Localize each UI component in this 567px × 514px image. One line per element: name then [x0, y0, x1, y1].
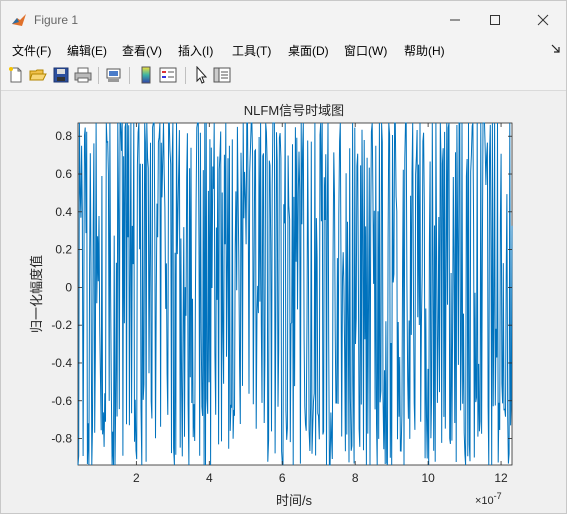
- dock-arrow-icon[interactable]: [551, 44, 561, 54]
- x-tick-label: 12: [494, 471, 508, 485]
- y-axis-label: 归一化幅度值: [29, 255, 44, 333]
- new-figure-icon[interactable]: [7, 66, 25, 84]
- matlab-logo-icon: [12, 14, 26, 26]
- print-icon[interactable]: [74, 66, 92, 84]
- menu-desktop[interactable]: 桌面(D): [288, 42, 329, 59]
- toolbar-separator: [129, 67, 130, 84]
- chart-title: NLFM信号时域图: [244, 103, 344, 118]
- x-tick-label: 6: [279, 471, 286, 485]
- menu-tools[interactable]: 工具(T): [232, 42, 271, 59]
- y-tick-label: 0.8: [55, 129, 72, 143]
- menu-view[interactable]: 查看(V): [122, 42, 162, 59]
- menu-window[interactable]: 窗口(W): [344, 42, 387, 59]
- figure-window: Figure 1 文件(F) 编辑(E) 查看(V) 插入(I) 工具(T) 桌…: [0, 0, 567, 514]
- close-icon: [537, 14, 549, 26]
- figure-canvas[interactable]: NLFM信号时域图 -0.8 -0.6 -0.4 -0.2 0 0.2 0.4 0.6 0.8 …: [1, 91, 567, 514]
- y-tick-label: -0.6: [51, 394, 72, 408]
- link-plot-icon[interactable]: [105, 66, 123, 84]
- x-axis-label: 时间/s: [276, 493, 313, 508]
- y-tick-label: 0.6: [55, 167, 72, 181]
- x-tick-label: 2: [133, 471, 140, 485]
- y-tick-label: -0.4: [51, 356, 72, 370]
- x-tick-label: 4: [206, 471, 213, 485]
- y-tick-label: 0: [65, 280, 72, 294]
- x-exponent-label: ×10-7: [475, 491, 502, 507]
- x-tick-label: 10: [421, 471, 435, 485]
- y-tick-label: 0.2: [55, 243, 72, 257]
- menu-help[interactable]: 帮助(H): [404, 42, 445, 59]
- y-tick-label: -0.2: [51, 318, 72, 332]
- toolbar-separator: [185, 67, 186, 84]
- x-exponent-power: -7: [494, 491, 502, 501]
- save-icon[interactable]: [52, 66, 70, 84]
- minimize-icon: [450, 19, 460, 21]
- menu-file[interactable]: 文件(F): [12, 42, 51, 59]
- menu-bar: 文件(F) 编辑(E) 查看(V) 插入(I) 工具(T) 桌面(D) 窗口(W…: [1, 39, 566, 61]
- toolbar-separator: [98, 67, 99, 84]
- maximize-button[interactable]: [472, 1, 518, 39]
- window-title: Figure 1: [34, 13, 79, 27]
- y-tick-label: 0.4: [55, 205, 72, 219]
- open-file-icon[interactable]: [29, 66, 47, 84]
- toolbar: [1, 61, 566, 91]
- plot-svg[interactable]: NLFM信号时域图 -0.8-0.6-0.4-0.200.20.40.60.8 …: [1, 91, 567, 514]
- insert-legend-icon[interactable]: [159, 66, 177, 84]
- close-button[interactable]: [520, 1, 566, 39]
- maximize-icon: [490, 15, 500, 25]
- x-tick-label: 8: [352, 471, 359, 485]
- property-inspector-icon[interactable]: [213, 66, 231, 84]
- x-exponent-base: ×10: [475, 495, 494, 507]
- edit-plot-icon[interactable]: [192, 66, 210, 84]
- menu-insert[interactable]: 插入(I): [178, 42, 213, 59]
- menu-edit[interactable]: 编辑(E): [67, 42, 107, 59]
- title-bar[interactable]: Figure 1: [1, 1, 566, 39]
- y-tick-label: -0.8: [51, 432, 72, 446]
- insert-colorbar-icon[interactable]: [137, 66, 155, 84]
